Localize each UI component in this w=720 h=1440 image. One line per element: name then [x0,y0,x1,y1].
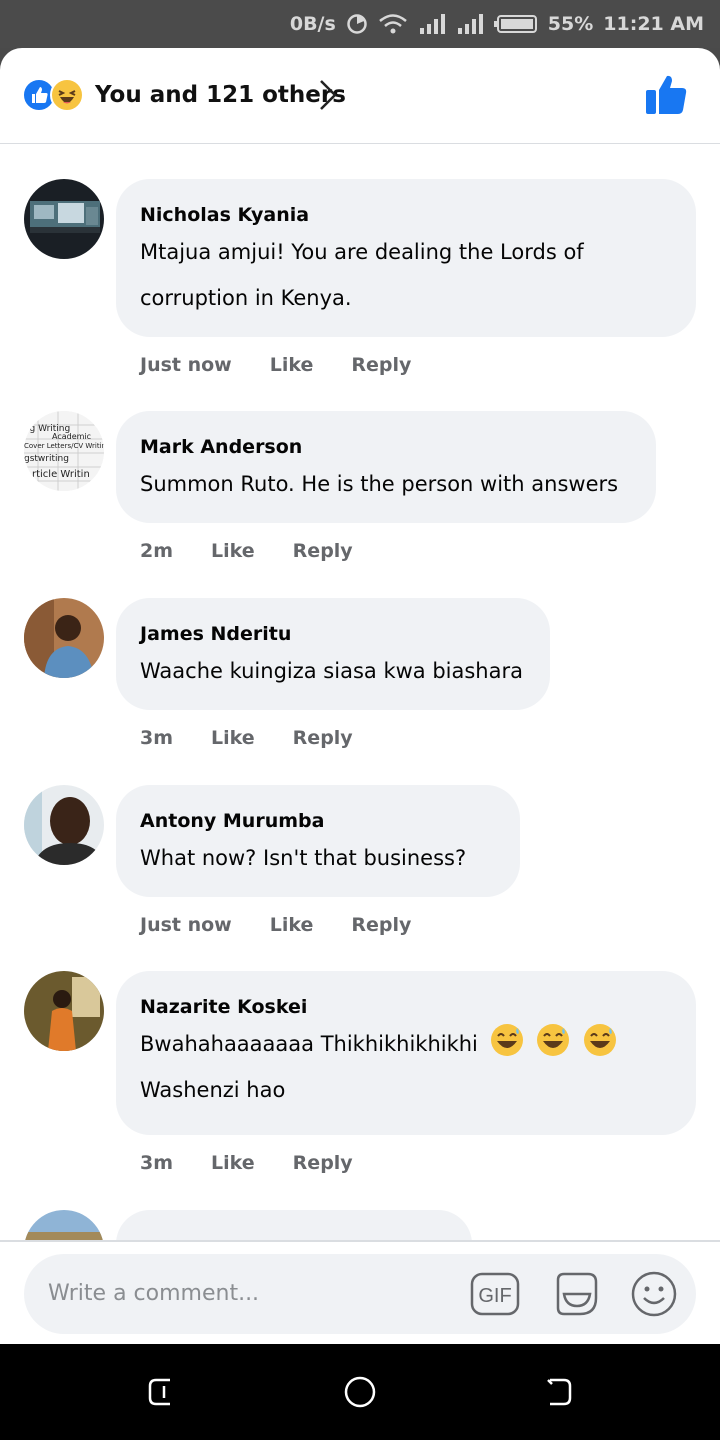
comment-bubble[interactable] [116,1210,472,1240]
comment-actions: 2m Like Reply [140,537,353,565]
avatar[interactable] [24,179,104,259]
comment-actions: 3m Like Reply [140,724,353,752]
reply-button[interactable]: Reply [293,1149,353,1177]
comment-composer: Write a comment... GIF [0,1240,720,1344]
gif-button[interactable]: GIF [470,1270,520,1318]
reaction-icons [22,78,88,112]
like-button[interactable]: Like [211,724,255,752]
comment-time: 3m [140,1152,174,1174]
avatar[interactable]: og Writing Academic Cover Letters/CV Wri… [24,411,104,491]
comment-text: Mtajua amjui! You are dealing the Lords … [140,240,584,264]
comment-author[interactable]: Nicholas Kyania [140,201,672,229]
chevron-right-icon[interactable] [316,77,340,113]
network-speed: 0B/s [289,13,336,35]
avatar[interactable] [24,1210,104,1240]
like-button[interactable]: Like [270,351,314,379]
comment-author[interactable]: Nazarite Koskei [140,993,672,1021]
comment-actions: Just now Like Reply [140,911,411,939]
comment-text: Summon Ruto. He is the person with answe… [140,472,619,496]
comment-text-line: Bwahahaaaaaaa Thikhikhikhikhi [140,1032,478,1056]
comment-input-placeholder[interactable]: Write a comment... [48,1278,259,1310]
haha-reaction-icon [50,78,84,112]
reply-button[interactable]: Reply [351,351,411,379]
comment-actions: 3m Like Reply [140,1149,353,1177]
comment-text: Washenzi hao [140,1078,286,1102]
emoji-icon[interactable] [630,1270,678,1318]
avatar[interactable] [24,971,104,1051]
comment-author[interactable]: Mark Anderson [140,433,632,461]
comment-time: Just now [140,354,232,376]
comment-bubble[interactable]: Mark Anderson Summon Ruto. He is the per… [116,411,656,523]
grinning-sweat-emoji-icon [537,1024,570,1056]
wifi-icon [378,14,407,34]
comment-time: 3m [140,727,174,749]
grinning-sweat-emoji-icon [490,1024,523,1056]
system-nav-bar [0,1344,720,1440]
avatar-text: Academic [52,432,91,441]
comment-actions: Just now Like Reply [140,351,411,379]
avatar[interactable] [24,785,104,865]
like-button[interactable]: Like [270,911,314,939]
reply-button[interactable]: Reply [293,537,353,565]
comment-time: 2m [140,540,174,562]
comments-sheet: You and 121 others Nicholas Kyania Mtaju… [0,48,720,1344]
comment-text: Bwahahaaaaaaa Thikhikhikhikhi [140,1021,672,1067]
comment-bubble[interactable]: Antony Murumba What now? Isn't that busi… [116,785,520,897]
status-right: 0B/s 55% 11:21 AM [290,10,704,38]
back-icon[interactable] [542,1374,576,1410]
like-icon[interactable] [642,72,690,118]
reactions-summary[interactable]: You and 121 others [95,78,346,112]
battery-icon [493,15,537,33]
comment-text: Waache kuingiza siasa kwa biashara [140,659,523,683]
home-icon[interactable] [342,1374,378,1410]
clock: 11:21 AM [603,13,704,35]
reactions-header[interactable]: You and 121 others [0,48,720,144]
comment-text: What now? Isn't that business? [140,846,467,870]
sticker-icon[interactable] [550,1268,602,1320]
comment-bubble[interactable]: Nicholas Kyania Mtajua amjui! You are de… [116,179,696,337]
avatar-text: rticle Writin [32,469,90,480]
comment-time: Just now [140,914,232,936]
like-button[interactable]: Like [211,1149,255,1177]
gif-label: GIF [478,1285,511,1307]
reply-button[interactable]: Reply [351,911,411,939]
avatar-text: Cover Letters/CV Writin [24,442,104,450]
signal-icon-2 [457,14,483,34]
recent-apps-icon[interactable] [144,1374,178,1410]
comment-bubble[interactable]: Nazarite Koskei Bwahahaaaaaaa Thikhikhik… [116,971,696,1135]
avatar-text: gstwriting [24,454,69,464]
status-bar: 0B/s 55% 11:21 AM [0,0,720,48]
battery-percent: 55% [547,13,594,35]
signal-icon-1 [419,14,445,34]
grinning-sweat-emoji-icon [583,1024,616,1056]
comment-text: corruption in Kenya. [140,286,352,310]
comment-author[interactable]: James Nderitu [140,620,526,648]
data-saver-icon [347,14,367,34]
like-button[interactable]: Like [211,537,255,565]
comment-input[interactable]: Write a comment... GIF [24,1254,696,1334]
avatar[interactable] [24,598,104,678]
comment-bubble[interactable]: James Nderitu Waache kuingiza siasa kwa … [116,598,550,710]
reply-button[interactable]: Reply [293,724,353,752]
comment-author[interactable]: Antony Murumba [140,807,496,835]
comments-list[interactable]: Nicholas Kyania Mtajua amjui! You are de… [0,145,720,1240]
